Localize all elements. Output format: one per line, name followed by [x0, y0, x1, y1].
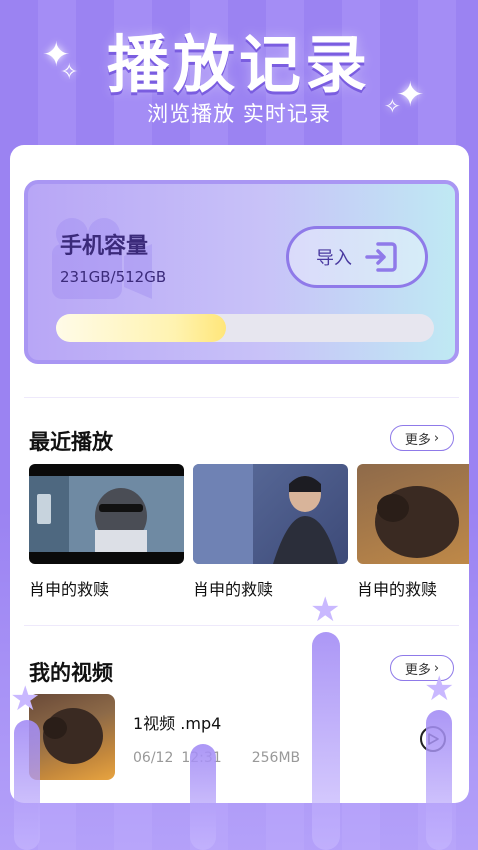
video-name: 1视频 .mp4	[133, 714, 222, 733]
star-icon: ★	[310, 590, 341, 630]
video-size: 256MB	[251, 750, 301, 766]
star-icon: ★	[10, 679, 41, 719]
recent-item-label: 肖申的救赎	[357, 580, 438, 599]
import-button[interactable]: 导入	[286, 226, 428, 288]
decorative-bar	[426, 710, 452, 850]
storage-title: 手机容量	[60, 234, 149, 259]
video-date: 06/12	[133, 750, 174, 766]
thumbnail-art	[375, 486, 459, 558]
recent-item[interactable]: 肖申的救赎	[357, 464, 469, 600]
decorative-bar	[14, 720, 40, 850]
more-label: 更多	[404, 432, 431, 448]
my-videos-title: 我的视频	[29, 661, 113, 685]
video-meta: 06/12 12:31 256MB	[133, 750, 300, 766]
video-thumbnail	[29, 694, 115, 780]
recent-list: 肖申的救赎 肖申的救赎 肖申的救赎	[29, 464, 469, 614]
storage-progress-bar	[56, 314, 434, 342]
recent-item[interactable]: 肖申的救赎	[29, 464, 184, 600]
thumbnail-art	[43, 708, 103, 764]
star-icon: ★	[424, 669, 455, 709]
video-thumbnail	[29, 464, 184, 564]
storage-progress-fill	[56, 314, 227, 342]
recent-item[interactable]: 肖申的救赎	[193, 464, 348, 600]
main-card: 手机容量 231GB/512GB 导入 最近播放 更多 › 肖申的救赎 肖申的救…	[10, 145, 469, 803]
video-thumbnail	[357, 464, 469, 564]
recent-more-button[interactable]: 更多 ›	[390, 425, 454, 451]
import-label: 导入	[316, 248, 352, 269]
video-thumbnail	[193, 464, 348, 564]
page-subtitle: 浏览播放 实时记录	[147, 102, 331, 126]
divider	[24, 625, 459, 626]
thumbnail-art	[29, 476, 184, 552]
camera-icon	[52, 218, 152, 299]
storage-panel: 手机容量 231GB/512GB 导入	[24, 180, 459, 364]
decorative-bar	[312, 632, 340, 850]
decorative-bar	[190, 744, 216, 850]
page-title: 播放记录	[106, 28, 371, 101]
recent-item-label: 肖申的救赎	[29, 580, 110, 599]
thumbnail-art	[193, 464, 338, 564]
chevron-right-icon: ›	[433, 430, 440, 446]
list-item[interactable]: 1视频 .mp4 06/12 12:31 256MB	[29, 694, 454, 780]
divider	[24, 397, 459, 398]
storage-size: 231GB/512GB	[60, 268, 167, 286]
import-icon	[365, 242, 397, 272]
recent-title: 最近播放	[29, 430, 113, 454]
